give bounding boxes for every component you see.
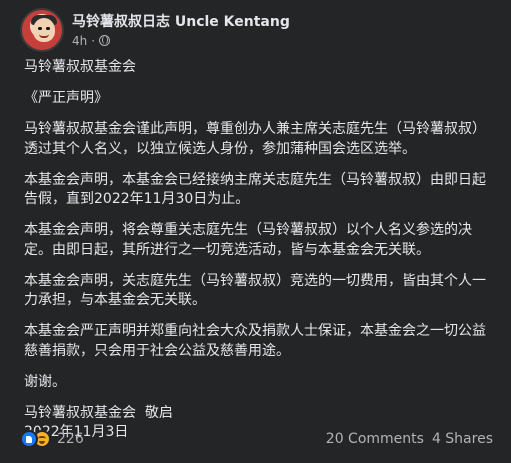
globe-icon[interactable] — [99, 35, 111, 46]
reactions-summary[interactable]: 226 — [20, 430, 84, 448]
post-paragraph: 本基金会严正声明并郑重向社会大众及捐款人士保证，本基金会之一切公益慈善捐款，只会… — [24, 323, 486, 359]
avatar-eye — [46, 27, 50, 30]
post-meta: 马铃薯叔叔日志 Uncle Kentang 4h · — [72, 13, 290, 48]
post-timestamp[interactable]: 4h — [72, 34, 87, 48]
post-stats: 20 Comments 4 Shares — [326, 431, 493, 447]
separator-dot: · — [91, 33, 96, 48]
like-icon — [20, 430, 38, 448]
page-avatar[interactable] — [20, 8, 64, 52]
facebook-post: 马铃薯叔叔日志 Uncle Kentang 4h · 马铃薯叔叔基金会 《严正声… — [0, 0, 511, 463]
post-footer: 226 20 Comments 4 Shares — [20, 428, 493, 450]
post-paragraph: 本基金会声明，将会尊重关志庭先生（马铃薯叔叔）以个人名义参选的决定。由即日起，其… — [24, 222, 472, 258]
avatar-eye — [38, 27, 42, 30]
post-header: 马铃薯叔叔日志 Uncle Kentang 4h · — [20, 8, 290, 52]
post-paragraph: 马铃薯叔叔基金会谨此声明，尊重创办人兼主席关志庭先生（马铃薯叔叔）透过其个人名义… — [24, 121, 486, 157]
post-subline: 4h · — [72, 34, 290, 48]
post-paragraph: 《严正声明》 — [24, 90, 108, 106]
avatar-face — [33, 18, 55, 42]
reaction-count: 226 — [57, 431, 84, 447]
post-paragraph: 本基金会声明，关志庭先生（马铃薯叔叔）竞选的一切费用，皆由其个人一力承担，与本基… — [24, 272, 486, 309]
post-body: 马铃薯叔叔基金会 《严正声明》 马铃薯叔叔基金会谨此声明，尊重创办人兼主席关志庭… — [24, 58, 498, 443]
page-name-link[interactable]: 马铃薯叔叔日志 Uncle Kentang — [72, 13, 290, 31]
post-paragraph: 马铃薯叔叔基金会 — [24, 59, 136, 75]
comments-link[interactable]: 20 Comments — [326, 431, 424, 447]
post-paragraph: 谢谢。 — [24, 373, 66, 390]
shares-link[interactable]: 4 Shares — [432, 431, 493, 447]
post-paragraph: 本基金会声明，本基金会已经接纳主席关志庭先生（马铃薯叔叔）由即日起告假，直到20… — [24, 171, 486, 208]
post-signature: 马铃薯叔叔基金会 敬启 — [24, 404, 173, 421]
